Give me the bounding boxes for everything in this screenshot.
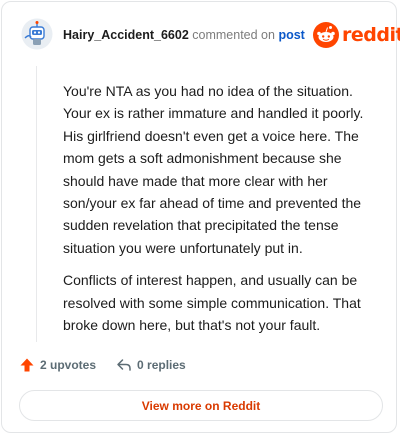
upvote-count: 2 upvotes: [40, 358, 97, 372]
comment-paragraph: Conflicts of interest happen, and usuall…: [63, 272, 361, 334]
embedded-comment-card: Hairy_Accident_6602 commented on post re…: [1, 1, 400, 433]
reddit-wordmark: reddit: [342, 24, 400, 46]
robot-avatar-icon: [21, 18, 53, 50]
reddit-brand[interactable]: reddit: [313, 21, 400, 49]
upvote-arrow-icon: [20, 358, 34, 372]
user-avatar[interactable]: [21, 18, 53, 50]
reply-button[interactable]: 0 replies: [116, 357, 186, 373]
view-more-label: View more on Reddit: [141, 398, 261, 413]
upvote-button[interactable]: 2 upvotes: [19, 357, 96, 373]
comment-body: You're NTA as you had no idea of the sit…: [63, 80, 381, 346]
comment-meta: Hairy_Accident_6602 commented on post: [63, 27, 305, 43]
reply-arrow-icon: [117, 359, 131, 371]
thread-line: [36, 66, 37, 342]
comment-header: Hairy_Accident_6602 commented on post re…: [2, 2, 400, 62]
comment-author[interactable]: Hairy_Accident_6602: [63, 28, 189, 42]
reddit-snoo-icon: [313, 22, 339, 48]
reply-count: 0 replies: [137, 358, 186, 372]
comment-action-text: commented on: [192, 28, 275, 42]
post-link[interactable]: post: [278, 28, 304, 42]
comment-paragraph: You're NTA as you had no idea of the sit…: [63, 83, 364, 256]
comment-actions: 2 upvotes 0 replies: [19, 355, 186, 375]
view-more-button[interactable]: View more on Reddit: [19, 390, 383, 421]
